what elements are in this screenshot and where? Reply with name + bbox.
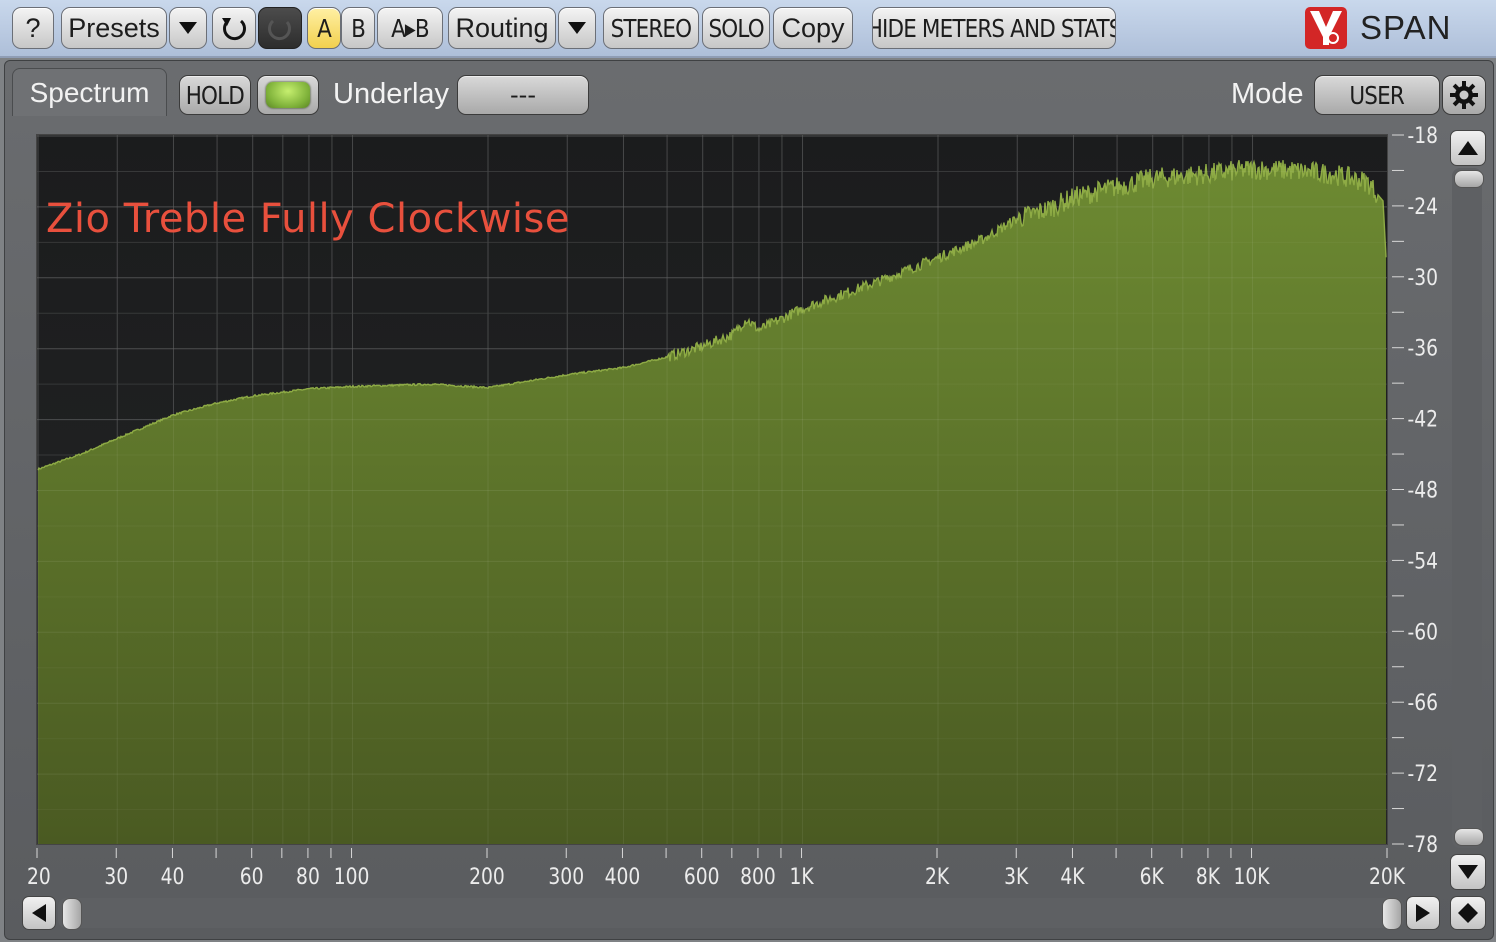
ab-copy-button[interactable]: A▸B xyxy=(377,7,443,49)
freq-tick-label: 400 xyxy=(605,864,641,890)
ab-a-button[interactable]: A xyxy=(307,7,341,49)
freq-tick-label: 1K xyxy=(789,864,814,890)
horizontal-range-right-handle[interactable] xyxy=(1382,898,1402,930)
stereo-button-label: STEREO xyxy=(610,13,693,43)
freq-tick-label: 10K xyxy=(1234,864,1271,890)
frequency-axis: 20 30 40 60 80 100 200 300 400 600 800 1K 2K 3K 4K 6K 8K… xyxy=(0,846,1496,896)
freq-tick-label: 6K xyxy=(1140,864,1165,890)
db-tick-label: -30 xyxy=(1407,264,1438,290)
vertical-scrollbar-track[interactable] xyxy=(1452,168,1482,848)
spectrum-area xyxy=(38,160,1386,844)
db-tick-label: -42 xyxy=(1407,406,1438,432)
help-button[interactable]: ? xyxy=(12,7,54,49)
underlay-label: Underlay xyxy=(333,78,450,110)
span-logo-icon xyxy=(1305,7,1347,49)
presets-button[interactable]: Presets xyxy=(61,7,167,49)
chevron-down-icon xyxy=(568,22,586,34)
triangle-left-icon xyxy=(32,904,46,922)
mode-select[interactable]: USER xyxy=(1314,75,1440,115)
scroll-left-button[interactable] xyxy=(22,896,56,930)
settings-button[interactable] xyxy=(1442,75,1486,115)
db-axis: -18-24-30-36-42-48-54-60-66-72-78 xyxy=(1392,126,1438,856)
undo-button[interactable] xyxy=(212,7,256,49)
hide-meters-button-label: HIDE METERS AND STATS xyxy=(872,13,1116,43)
solo-button[interactable]: SOLO xyxy=(702,7,770,49)
db-tick-label: -66 xyxy=(1407,690,1438,716)
db-tick-label: -72 xyxy=(1407,761,1438,787)
stereo-button[interactable]: STEREO xyxy=(603,7,699,49)
frequency-axis-ticks: 20 30 40 60 80 100 200 300 400 600 800 1K 2K 3K 4K 6K 8K… xyxy=(27,848,1406,890)
ab-b-label: B xyxy=(351,13,366,43)
routing-button-label: Routing xyxy=(455,12,549,43)
db-tick-label: -48 xyxy=(1407,477,1438,503)
freq-tick-label: 80 xyxy=(296,864,320,890)
mode-label: Mode xyxy=(1231,78,1304,110)
copy-button-label: Copy xyxy=(781,12,845,43)
underlay-select-value: --- xyxy=(510,81,536,109)
routing-button[interactable]: Routing xyxy=(448,7,556,49)
undo-icon xyxy=(222,18,246,41)
vertical-range-top-handle[interactable] xyxy=(1454,170,1484,188)
copy-button[interactable]: Copy xyxy=(773,7,853,49)
freq-tick-label: 40 xyxy=(161,864,185,890)
triangle-right-icon xyxy=(1416,904,1430,922)
tab-spectrum[interactable]: Spectrum xyxy=(12,68,167,116)
ab-copy-label: A▸B xyxy=(391,13,430,43)
db-tick-label: -24 xyxy=(1407,193,1438,219)
hide-meters-button[interactable]: HIDE METERS AND STATS xyxy=(872,7,1116,49)
gear-icon xyxy=(1450,81,1478,109)
horizontal-range-left-handle[interactable] xyxy=(62,898,82,930)
hold-button[interactable]: HOLD xyxy=(179,75,251,115)
presets-dropdown-button[interactable] xyxy=(169,7,207,49)
freq-tick-label: 4K xyxy=(1060,864,1085,890)
diamond-icon xyxy=(1458,903,1478,923)
hold-button-label: HOLD xyxy=(185,80,245,110)
chevron-down-icon xyxy=(179,22,197,34)
scroll-right-button[interactable] xyxy=(1406,896,1440,930)
freq-tick-label: 30 xyxy=(104,864,128,890)
freq-tick-label: 300 xyxy=(548,864,584,890)
freq-tick-label: 20K xyxy=(1369,864,1406,890)
freq-tick-label: 200 xyxy=(469,864,505,890)
overlay-title: Zio Treble Fully Clockwise xyxy=(46,196,570,242)
db-tick-label: -18 xyxy=(1407,126,1438,148)
ab-a-label: A xyxy=(317,13,332,43)
scroll-up-button[interactable] xyxy=(1450,130,1486,166)
freq-tick-label: 3K xyxy=(1004,864,1029,890)
freq-tick-label: 20 xyxy=(27,864,51,890)
triangle-down-icon xyxy=(1458,865,1478,879)
scroll-down-button[interactable] xyxy=(1450,854,1486,890)
brand-name: SPAN xyxy=(1360,9,1452,46)
ab-b-button[interactable]: B xyxy=(341,7,375,49)
mode-select-value: USER xyxy=(1349,80,1405,110)
routing-dropdown-button[interactable] xyxy=(558,7,596,49)
triangle-up-icon xyxy=(1458,141,1478,155)
freq-tick-label: 600 xyxy=(684,864,720,890)
db-tick-label: -60 xyxy=(1407,619,1438,645)
freq-tick-label: 60 xyxy=(240,864,264,890)
green-led-indicator xyxy=(266,82,310,108)
help-button-label: ? xyxy=(25,12,41,43)
freq-tick-label: 100 xyxy=(334,864,370,890)
solo-button-label: SOLO xyxy=(708,13,764,43)
underlay-select[interactable]: --- xyxy=(457,75,589,115)
db-tick-label: -54 xyxy=(1407,548,1438,574)
db-tick-label: -36 xyxy=(1407,335,1438,361)
tab-spectrum-label: Spectrum xyxy=(29,76,150,108)
freq-tick-label: 800 xyxy=(740,864,776,890)
zoom-reset-button[interactable] xyxy=(1450,896,1486,930)
redo-icon xyxy=(268,19,291,41)
freq-tick-label: 8K xyxy=(1196,864,1221,890)
presets-button-label: Presets xyxy=(68,12,160,43)
color-toggle-button[interactable] xyxy=(257,75,319,115)
freq-tick-label: 2K xyxy=(925,864,950,890)
redo-button[interactable] xyxy=(258,7,302,49)
horizontal-scrollbar-track[interactable] xyxy=(58,898,1404,928)
vertical-range-bottom-handle[interactable] xyxy=(1454,828,1484,846)
top-toolbar: ? Presets A B A▸B Routing STEREO SOLO Co… xyxy=(0,0,1496,58)
